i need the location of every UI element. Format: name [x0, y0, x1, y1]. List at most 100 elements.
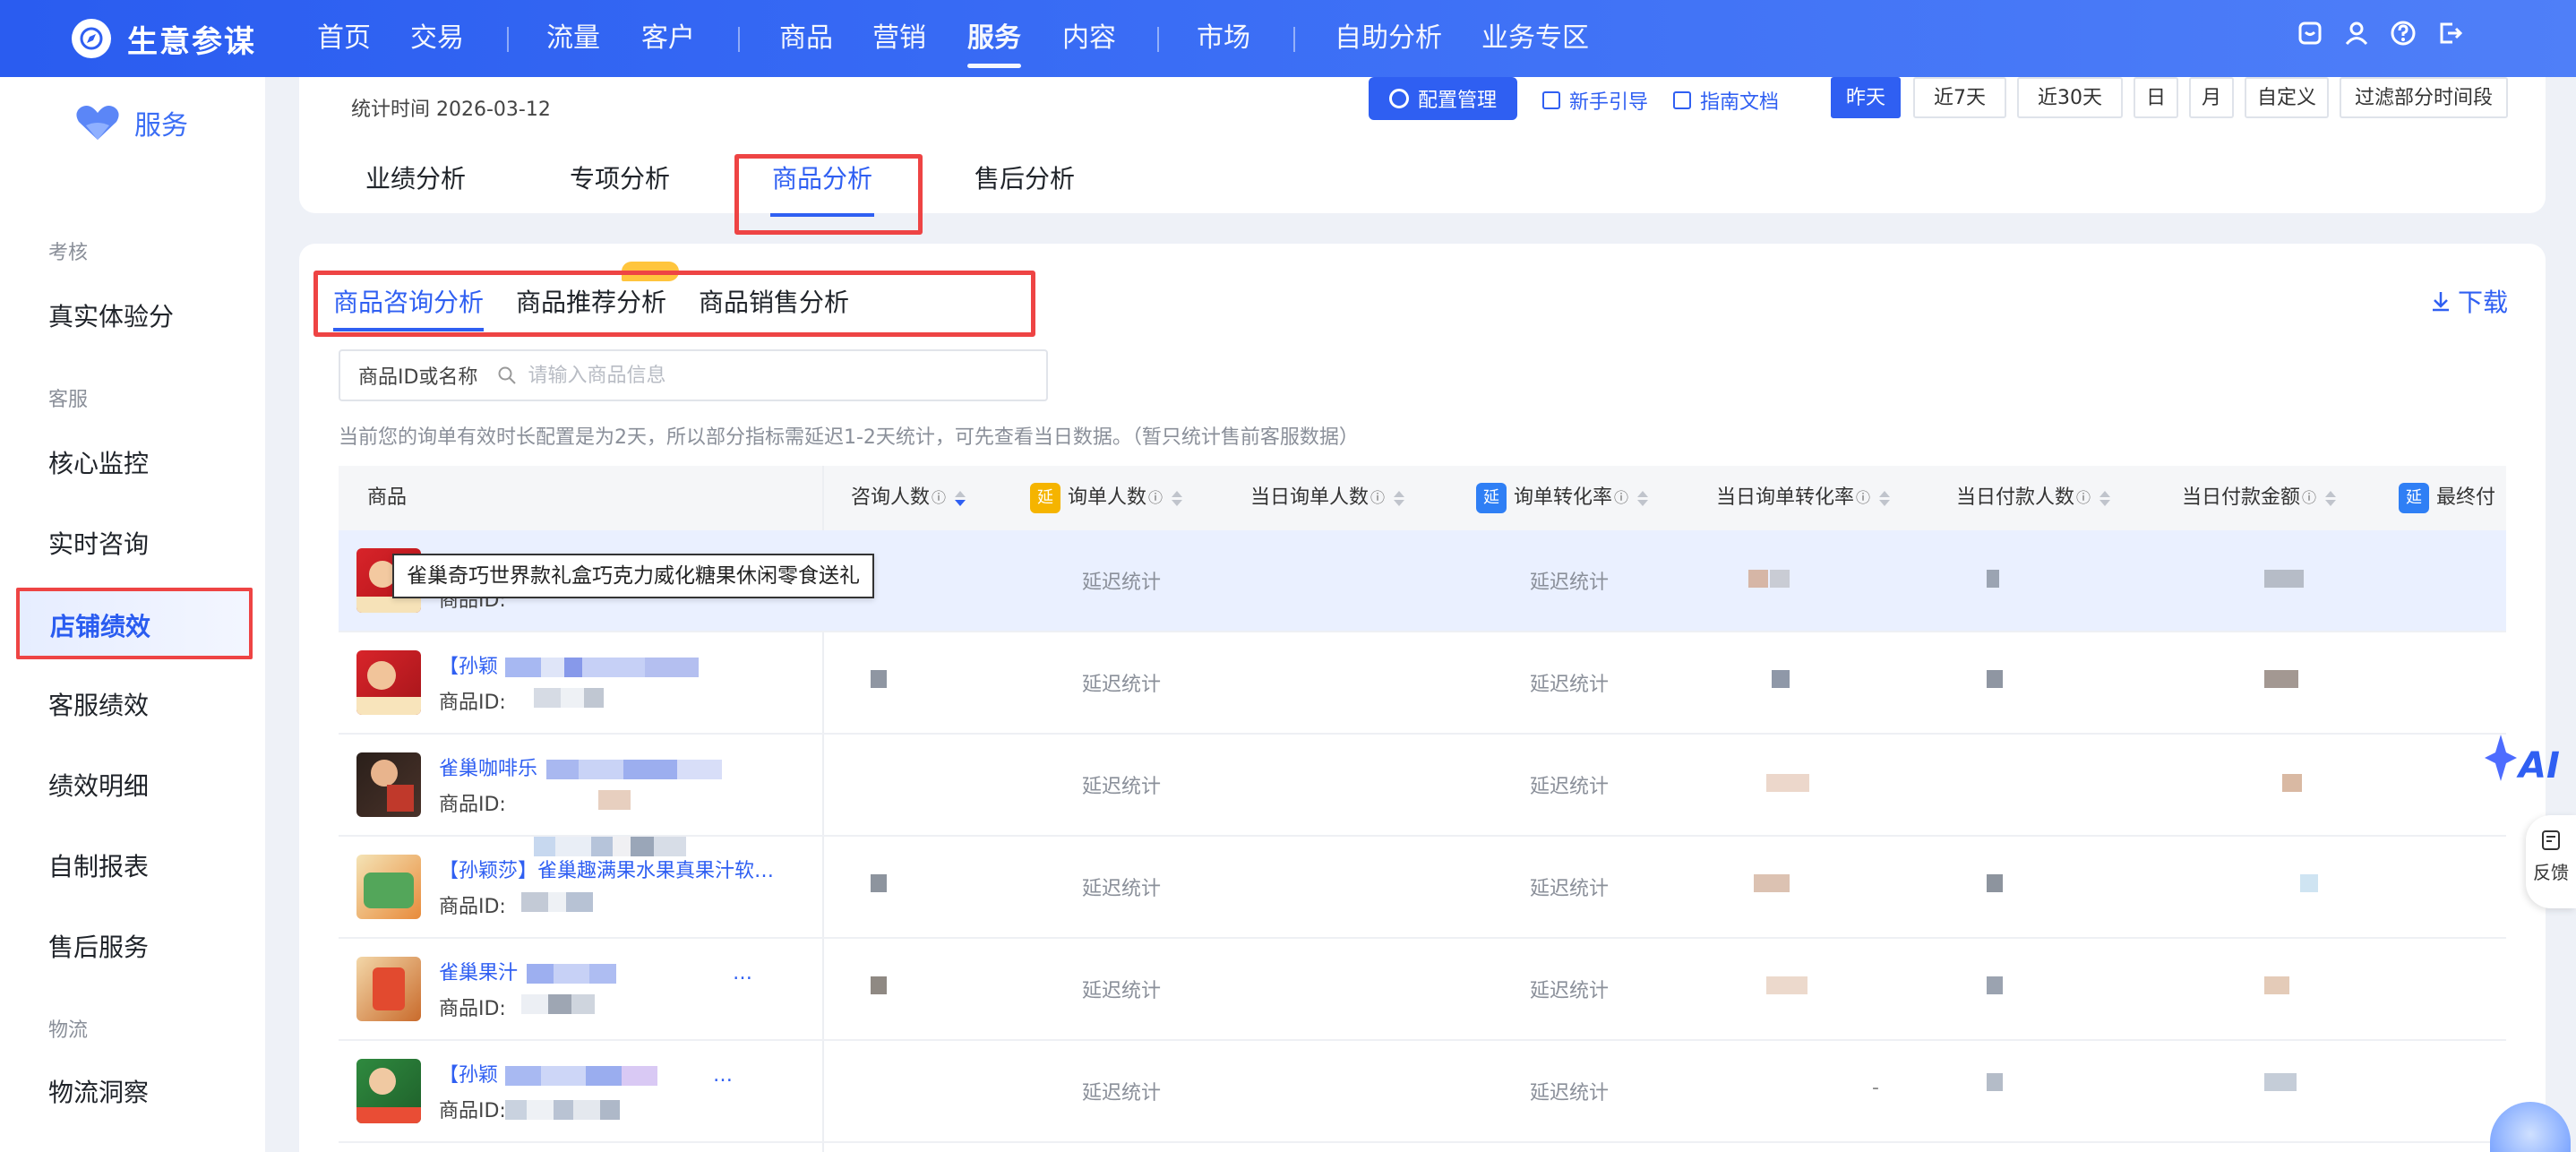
tab-after-sales[interactable]: 售后分析 — [975, 159, 1075, 195]
search-icon — [498, 366, 517, 384]
col-final-payment[interactable]: 延最终付 — [2399, 466, 2495, 530]
sidebar-item-core-monitor[interactable]: 核心监控 — [48, 444, 149, 480]
nav-customer[interactable]: 客户 — [641, 16, 695, 61]
download-button[interactable]: 下载 — [2429, 283, 2508, 319]
col-day-payment-amount[interactable]: 当日付款金额 ⓘ — [2182, 466, 2337, 530]
sidebar-item-store-performance[interactable]: 店铺绩效 — [16, 588, 253, 659]
product-thumbnail[interactable] — [356, 855, 421, 919]
nav-product[interactable]: 商品 — [779, 16, 833, 61]
range-month[interactable]: 月 — [2189, 77, 2234, 118]
col-inquiry-conversion[interactable]: 延询单转化率 ⓘ — [1476, 466, 1649, 530]
product-name-link[interactable]: 雀巢咖啡乐 — [439, 752, 537, 781]
range-filter[interactable]: 过滤部分时间段 — [2340, 77, 2508, 118]
table-row[interactable]: 【孙颖 商品ID: 延迟统计 延迟统计 — [339, 632, 2506, 735]
message-icon[interactable] — [2295, 18, 2325, 48]
masked-value — [2300, 874, 2318, 892]
sidebar: 服务 考核 真实体验分 客服 核心监控 实时咨询 店铺绩效 客服绩效 绩效明细 … — [0, 77, 265, 1152]
nav-marketing[interactable]: 营销 — [872, 16, 926, 61]
nav-divider — [1157, 27, 1159, 52]
nav-self-analysis[interactable]: 自助分析 — [1335, 16, 1442, 61]
feedback-button[interactable]: 反馈 — [2526, 815, 2576, 908]
nav-trade[interactable]: 交易 — [410, 16, 464, 61]
col-label: 咨询人数 — [851, 486, 931, 509]
masked-value — [2264, 1073, 2297, 1091]
col-consult-count[interactable]: 咨询人数 ⓘ — [851, 466, 966, 530]
col-label: 当日付款金额 — [2182, 486, 2301, 509]
settings-icon — [1388, 89, 1409, 108]
col-day-payer-count[interactable]: 当日付款人数 ⓘ — [1956, 466, 2111, 530]
masked-value — [1987, 570, 1999, 588]
logout-icon[interactable] — [2434, 18, 2465, 48]
inquiry-count-cell: 延迟统计 — [1082, 572, 1162, 594]
masked-product-id — [505, 1100, 620, 1120]
nav-home[interactable]: 首页 — [317, 16, 371, 61]
masked-product-id — [534, 688, 604, 708]
masked-value — [2282, 774, 2302, 792]
product-thumbnail[interactable] — [356, 650, 421, 715]
col-label: 当日付款人数 — [1956, 486, 2075, 509]
sidebar-item-realtime-consult[interactable]: 实时咨询 — [48, 525, 149, 561]
top-navbar: 生意参谋 首页 交易 流量 客户 商品 营销 服务 内容 市场 自助分析 业务专… — [0, 0, 2576, 77]
app-logo[interactable]: 生意参谋 — [72, 14, 256, 63]
nav-divider — [738, 27, 740, 52]
table-header: 商品 咨询人数 ⓘ 延询单人数 ⓘ 当日询单人数 ⓘ 延询单转化率 ⓘ 当日询单转化率 ⓘ… — [339, 466, 2506, 530]
table-row[interactable]: 雀巢果汁… 商品ID: 延迟统计 延迟统计 — [339, 939, 2506, 1041]
help-icon[interactable] — [2388, 18, 2418, 48]
doc-button[interactable]: 指南文档 — [1673, 86, 1779, 115]
sort-icon — [2099, 490, 2111, 506]
ai-assistant-button[interactable]: AI — [2483, 733, 2572, 804]
nav-traffic[interactable]: 流量 — [546, 16, 600, 61]
product-thumbnail[interactable] — [356, 1059, 421, 1123]
masked-product-name — [505, 658, 699, 677]
help-icon: ⓘ — [932, 489, 947, 506]
header-card: 统计时间 2026-03-12 配置管理 新手引导 指南文档 昨天 近7天 近3… — [299, 77, 2546, 235]
masked-value — [1987, 874, 2003, 892]
nav-market[interactable]: 市场 — [1197, 16, 1250, 61]
sidebar-item-cs-performance[interactable]: 客服绩效 — [48, 686, 149, 722]
table-row[interactable]: 【孙颖… 商品ID: 延迟统计 延迟统计 - — [339, 1041, 2506, 1143]
day-conversion-cell: - — [1872, 1077, 1879, 1099]
product-name-link[interactable]: 【孙颖 — [439, 650, 498, 679]
range-7days[interactable]: 近7天 — [1913, 77, 2006, 118]
sort-icon — [1637, 490, 1649, 506]
table-row[interactable]: 【孙颖莎】雀巢趣满果水果真果汁软… 商品ID: 延迟统计 延迟统计 — [339, 837, 2506, 939]
product-thumbnail[interactable] — [356, 752, 421, 817]
sort-icon — [2325, 490, 2337, 506]
range-custom[interactable]: 自定义 — [2245, 77, 2329, 118]
range-yesterday[interactable]: 昨天 — [1831, 77, 1901, 118]
sidebar-item-performance-detail[interactable]: 绩效明细 — [48, 767, 149, 803]
search-input[interactable] — [528, 364, 976, 387]
sidebar-item-after-sales[interactable]: 售后服务 — [48, 928, 149, 964]
col-label: 询单人数 — [1068, 486, 1147, 509]
col-inquiry-count[interactable]: 延询单人数 ⓘ — [1030, 466, 1183, 530]
tab-performance[interactable]: 业绩分析 — [365, 159, 466, 195]
sidebar-item-custom-report[interactable]: 自制报表 — [48, 847, 149, 883]
range-day[interactable]: 日 — [2134, 77, 2178, 118]
product-name-link[interactable]: 【孙颖莎】雀巢趣满果水果真果汁软… — [439, 855, 774, 883]
col-day-inquiry-count[interactable]: 当日询单人数 ⓘ — [1250, 466, 1405, 530]
sidebar-item-experience-score[interactable]: 真实体验分 — [48, 297, 174, 333]
nav-divider — [1293, 27, 1295, 52]
range-30days[interactable]: 近30天 — [2017, 77, 2123, 118]
delay-badge: 延 — [1476, 483, 1507, 513]
product-name-tooltip: 雀巢奇巧世界款礼盒巧克力威化糖果休闲零食送礼 — [392, 554, 874, 598]
masked-value — [1754, 874, 1790, 892]
user-icon[interactable] — [2341, 18, 2372, 48]
nav-content[interactable]: 内容 — [1062, 16, 1116, 61]
product-thumbnail[interactable] — [356, 957, 421, 1021]
nav-service[interactable]: 服务 — [967, 16, 1021, 68]
delay-badge: 延 — [1030, 483, 1060, 513]
tab-special[interactable]: 专项分析 — [570, 159, 670, 195]
inquiry-conversion-cell: 延迟统计 — [1530, 1082, 1610, 1105]
notice-text: 当前您的询单有效时长配置是为2天，所以部分指标需延迟1-2天统计，可先查看当日数… — [339, 426, 1359, 449]
nav-business-zone[interactable]: 业务专区 — [1481, 16, 1589, 61]
delay-badge: 延 — [2399, 483, 2429, 513]
col-day-inquiry-conversion[interactable]: 当日询单转化率 ⓘ — [1716, 466, 1891, 530]
guide-button-label: 新手引导 — [1569, 91, 1649, 114]
masked-value — [2264, 976, 2289, 994]
config-button[interactable]: 配置管理 — [1369, 77, 1517, 120]
table-row[interactable]: 雀巢咖啡乐 商品ID: 延迟统计 延迟统计 — [339, 735, 2506, 837]
guide-button[interactable]: 新手引导 — [1542, 86, 1648, 115]
nav-divider — [507, 27, 509, 52]
sidebar-item-logistics[interactable]: 物流洞察 — [48, 1073, 149, 1109]
